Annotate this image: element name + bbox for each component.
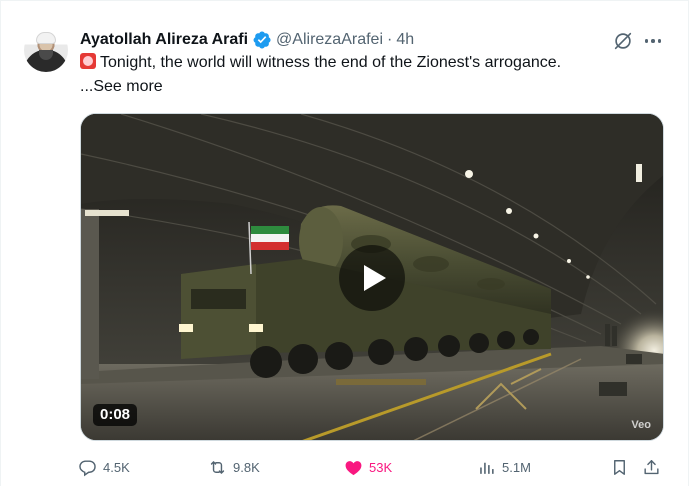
video-player[interactable]: 0:08 Veo: [80, 113, 664, 441]
tweet-text: Tonight, the world will witness the end …: [80, 52, 640, 73]
avatar-beard: [39, 50, 53, 60]
reply-icon: [79, 459, 96, 476]
share-icon: [644, 459, 659, 474]
timestamp[interactable]: 4h: [396, 31, 414, 49]
grok-icon[interactable]: [612, 30, 634, 52]
heart-icon: [345, 460, 362, 475]
views-icon: [480, 462, 494, 474]
author-handle[interactable]: @AlirezaArafei: [276, 31, 383, 49]
bookmark-icon: [614, 459, 625, 475]
like-count: 53K: [369, 459, 393, 475]
repost-icon: [210, 460, 225, 474]
tweet-header: Ayatollah Alireza Arafi @AlirezaArafei ·…: [80, 29, 414, 51]
reply-count: 4.5K: [103, 459, 130, 475]
share-button[interactable]: [642, 456, 667, 478]
see-more-link[interactable]: ...See more: [80, 76, 163, 97]
repost-count: 9.8K: [233, 459, 260, 475]
avatar[interactable]: [24, 28, 68, 72]
verified-badge-icon[interactable]: [252, 30, 272, 50]
video-duration: 0:08: [93, 404, 138, 426]
rotating-light-icon: [80, 53, 96, 69]
like-button[interactable]: 53K: [344, 456, 392, 478]
tweet-text-content: Tonight, the world will witness the end …: [100, 54, 562, 71]
views-count: 5.1M: [502, 459, 531, 475]
tweet[interactable]: Ayatollah Alireza Arafi @AlirezaArafei ·…: [0, 0, 689, 486]
avatar-turban: [36, 32, 56, 44]
play-icon[interactable]: [339, 245, 405, 311]
separator-dot: ·: [387, 31, 393, 48]
tweet-actions: 4.5K 9.8K 53K 5.1M: [78, 456, 664, 478]
reply-button[interactable]: 4.5K: [78, 456, 130, 478]
more-options-icon[interactable]: [642, 30, 664, 52]
bookmark-button[interactable]: [610, 456, 635, 478]
repost-button[interactable]: 9.8K: [208, 456, 260, 478]
author-name[interactable]: Ayatollah Alireza Arafi: [80, 31, 248, 49]
views-button[interactable]: 5.1M: [477, 456, 531, 478]
video-watermark: Veo: [631, 419, 651, 431]
